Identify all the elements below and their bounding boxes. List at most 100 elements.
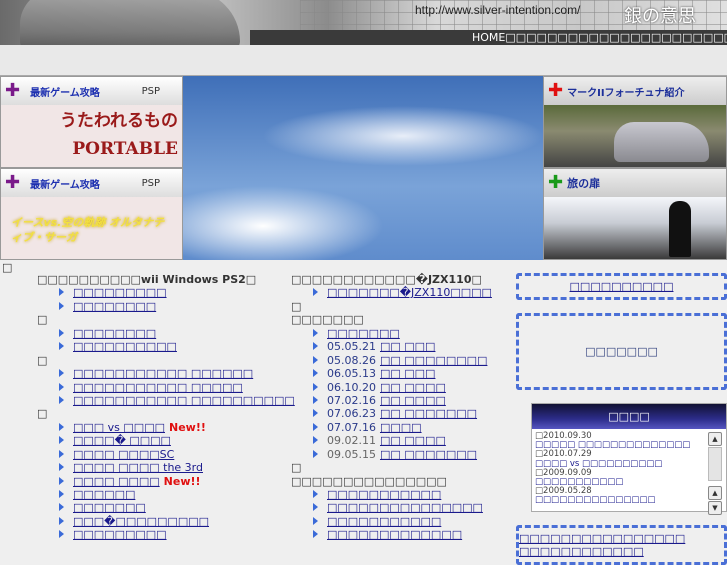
arrow-icon xyxy=(59,436,64,445)
list-item[interactable]: □□□□□□□□□ xyxy=(37,286,277,299)
item-link[interactable]: □□□□ □□□□ the 3rd xyxy=(73,461,203,474)
list-item[interactable]: □□□□□□□□□□□ □□□□□ xyxy=(37,381,277,394)
item-link[interactable]: □□□□□□□□□□□□□□□ xyxy=(327,501,483,514)
arrow-icon xyxy=(59,382,64,391)
item-link[interactable]: □□□�□□□□□□□□□ xyxy=(73,515,209,528)
item-link[interactable]: □□□□□□ xyxy=(73,488,135,501)
arrow-icon xyxy=(59,449,64,458)
item-link[interactable]: □□□□□□□□□□□ □□□□□□ xyxy=(73,367,253,380)
item-link[interactable]: □□ □□□□□□□□ xyxy=(380,354,487,367)
item-link[interactable]: □□□ vs □□□□ xyxy=(73,421,165,434)
list-item[interactable]: 06.10.20 □□ □□□□ xyxy=(291,381,511,394)
list-item[interactable]: □□□□ □□□□ New!! xyxy=(37,475,277,488)
banner-utawarerumono[interactable]: ✚ 最新ゲーム攻略 PSP うたわれるもの PORTABLE xyxy=(0,76,183,168)
home-nav[interactable]: HOME□□□□□□□□□□□□□□□□□□□□□□□□□□□□□□□□□□□□… xyxy=(472,31,727,44)
list-item[interactable]: □□□□□□□ xyxy=(37,501,277,514)
item-date: 06.05.13 xyxy=(327,367,376,381)
news-panel: □□□□ □2010.09.30 □□□□□ □□□□□□□□□□□□□□ □201… xyxy=(531,403,727,515)
list-item[interactable]: 07.02.16 □□ □□□□ xyxy=(291,394,511,407)
sky-image xyxy=(183,76,543,260)
list-item[interactable]: □□□□□□□□□ xyxy=(37,528,277,541)
list-item[interactable]: □□□□ □□□□SC xyxy=(37,448,277,461)
news-item[interactable]: □□□□□□□□□□□□□□□ xyxy=(535,496,702,505)
list-item[interactable]: □□□□□□□□ xyxy=(37,327,277,340)
list-item[interactable]: □□□□□□ xyxy=(37,488,277,501)
item-date: 07.07.16 xyxy=(327,420,376,434)
list-item[interactable]: □□□ vs □□□□ New!! xyxy=(37,421,277,434)
list-item[interactable]: □□□□ □□□□ the 3rd xyxy=(37,461,277,474)
arrow-icon xyxy=(59,301,64,310)
item-link[interactable]: □□□□□□□□□ xyxy=(73,528,167,541)
item-link[interactable]: □□□□□□□□ xyxy=(73,300,156,313)
item-link[interactable]: □□□□ □□□□ xyxy=(73,475,160,488)
item-link[interactable]: □□ □□□□ xyxy=(380,434,446,447)
box-link[interactable]: □□□□□□□□□□ xyxy=(570,280,674,293)
list-item[interactable]: 09.02.11 □□ □□□□ xyxy=(291,434,511,447)
item-link[interactable]: □□□□□□□□□□□□□ xyxy=(327,528,462,541)
info-box[interactable]: □□□□□□□ xyxy=(516,313,727,390)
list-item[interactable]: □□□□□□□□□□□□□ xyxy=(291,528,511,541)
item-link[interactable]: □□□□□□□ xyxy=(327,327,400,340)
item-link[interactable]: □□□□□□□□ xyxy=(73,327,156,340)
item-link[interactable]: □□□□□□□□□□□ □□□□□ xyxy=(73,381,243,394)
item-link[interactable]: □□ □□□□□□□ xyxy=(380,407,477,420)
arrow-icon xyxy=(59,516,64,525)
list-item[interactable]: □□□□□□□□ xyxy=(37,300,277,313)
scroll-up-icon[interactable]: ▲ xyxy=(708,486,722,500)
item-link[interactable]: □□□□□□□□□□ xyxy=(73,340,177,353)
scroll-up-icon[interactable]: ▲ xyxy=(708,432,722,446)
item-link[interactable]: □□ □□□□□□□ xyxy=(380,448,477,461)
box-link[interactable]: □□□□□□□□□□□□□□□□ □□□□□□□□□□□□ xyxy=(519,532,724,558)
link-box[interactable]: □□□□□□□□□□ xyxy=(516,273,727,300)
item-link[interactable]: □□□□� □□□□ xyxy=(73,434,171,447)
section-heading: □ xyxy=(37,313,277,326)
arrow-icon xyxy=(313,436,318,445)
item-date: 07.02.16 xyxy=(327,393,376,407)
banner-mark2[interactable]: ✚ マークIIフォーチュナ紹介 xyxy=(543,76,727,168)
list-item[interactable]: □□□□□□□□□□□□□□□ xyxy=(291,501,511,514)
list-item[interactable]: □□□□□□□�JZX110□□□□ xyxy=(291,286,511,299)
section-heading: □□□□□□□□□□□□�JZX110□ xyxy=(291,273,511,286)
arrow-icon xyxy=(59,288,64,297)
list-item[interactable]: □□□�□□□□□□□□□ xyxy=(37,515,277,528)
banner-label: 最新ゲーム攻略 xyxy=(30,87,100,99)
list-item[interactable]: 07.07.16 □□□□ xyxy=(291,421,511,434)
list-item[interactable]: 07.06.23 □□ □□□□□□□ xyxy=(291,407,511,420)
link-box[interactable]: □□□□□□□□□□□□□□□□ □□□□□□□□□□□□ xyxy=(516,525,727,565)
arrow-icon xyxy=(59,476,64,485)
news-scrollbar[interactable]: ▲ ▲ ▼ xyxy=(708,432,722,515)
item-link[interactable]: □□ □□□□ xyxy=(380,381,446,394)
list-item[interactable]: □□□□□□□□□□□ xyxy=(291,488,511,501)
list-item[interactable]: □□□□□□□□□□ xyxy=(37,340,277,353)
heading-text: □□□□□□□□□□□□�JZX110□ xyxy=(291,273,482,286)
list-item[interactable]: □□□□□□□□□□□ xyxy=(291,515,511,528)
item-link[interactable]: □□□□□□□□□ xyxy=(73,286,167,299)
item-link[interactable]: □□ □□□ xyxy=(380,340,435,353)
list-item[interactable]: □□□□□□□□□□□ □□□□□□□□□□ xyxy=(37,394,295,407)
item-link[interactable]: □□□□□□□□□□□ xyxy=(327,515,441,528)
arrow-icon xyxy=(59,369,64,378)
list-item[interactable]: 06.05.13 □□ □□□ xyxy=(291,367,511,380)
list-item[interactable]: 05.05.21 □□ □□□ xyxy=(291,340,511,353)
list-item[interactable]: 09.05.15 □□ □□□□□□□ xyxy=(291,448,511,461)
banner-ys-vs-sora[interactable]: ✚ 最新ゲーム攻略 PSP イースvs.空の軌跡 オルタナティブ・サーガ xyxy=(0,168,183,260)
list-item[interactable]: □□□□□□□□□□□ □□□□□□ xyxy=(37,367,277,380)
list-item[interactable]: □□□□□□□ xyxy=(291,327,511,340)
site-title: 銀の意思 xyxy=(624,6,696,27)
item-link[interactable]: □□□□□□□□□□□ xyxy=(327,488,441,501)
item-link[interactable]: □□□□□□□�JZX110□□□□ xyxy=(327,286,492,299)
item-link[interactable]: □□ □□□ xyxy=(380,367,435,380)
banner-tabi[interactable]: ✚ 旅の扉 xyxy=(543,168,727,260)
item-link[interactable]: □□ □□□□ xyxy=(380,394,446,407)
list-item[interactable]: 05.08.26 □□ □□□□□□□□ xyxy=(291,354,511,367)
arrow-icon xyxy=(59,490,64,498)
item-link[interactable]: □□□□ xyxy=(380,421,422,434)
scroll-thumb[interactable] xyxy=(708,447,722,481)
scroll-down-icon[interactable]: ▼ xyxy=(708,501,722,515)
arrow-icon xyxy=(59,342,64,351)
item-link[interactable]: □□□□□□□□□□□ □□□□□□□□□□ xyxy=(73,394,295,407)
item-link[interactable]: □□□□□□□ xyxy=(73,501,146,514)
item-link[interactable]: □□□□ □□□□SC xyxy=(73,448,174,461)
list-item[interactable]: □□□□� □□□□ xyxy=(37,434,277,447)
arrow-icon xyxy=(313,409,318,418)
